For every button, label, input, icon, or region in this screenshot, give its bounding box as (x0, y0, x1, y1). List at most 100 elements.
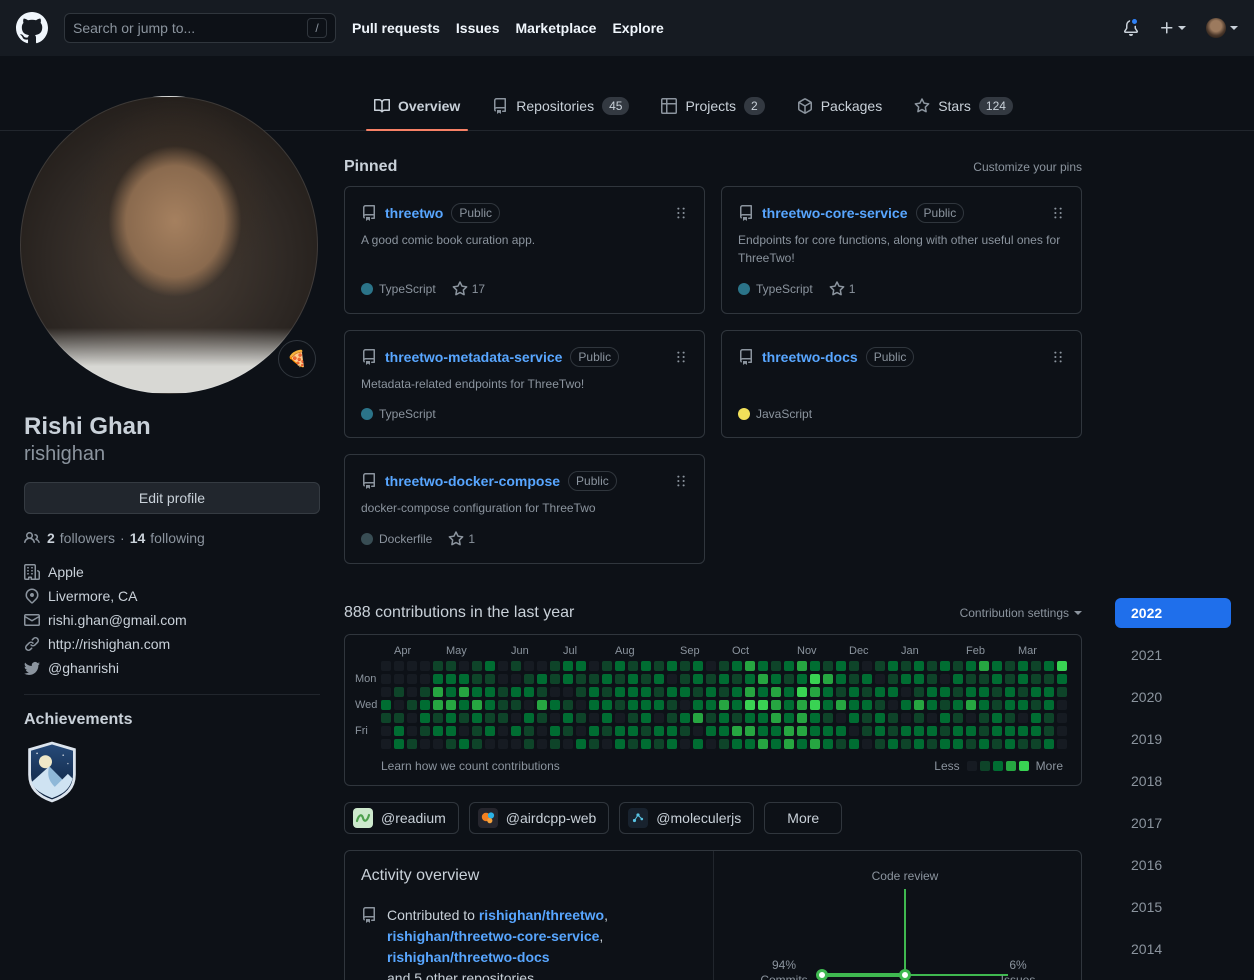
contribution-cell[interactable] (706, 726, 716, 736)
contribution-cell[interactable] (966, 661, 976, 671)
contribution-cell[interactable] (420, 674, 430, 684)
contribution-cell[interactable] (836, 687, 846, 697)
contribution-cell[interactable] (1018, 700, 1028, 710)
contribution-cell[interactable] (875, 700, 885, 710)
contribution-cell[interactable] (836, 700, 846, 710)
contribution-cell[interactable] (979, 661, 989, 671)
contribution-cell[interactable] (1018, 687, 1028, 697)
contribution-cell[interactable] (797, 713, 807, 723)
contribution-cell[interactable] (797, 687, 807, 697)
contribution-cell[interactable] (953, 674, 963, 684)
contribution-cell[interactable] (1005, 713, 1015, 723)
contribution-cell[interactable] (771, 739, 781, 749)
contribution-cell[interactable] (485, 700, 495, 710)
contribution-cell[interactable] (498, 739, 508, 749)
contribution-cell[interactable] (862, 739, 872, 749)
contribution-cell[interactable] (953, 713, 963, 723)
profile-detail-ghanrishi[interactable]: @ghanrishi (24, 656, 320, 680)
contribution-cell[interactable] (940, 687, 950, 697)
contribution-cell[interactable] (732, 726, 742, 736)
contribution-cell[interactable] (745, 726, 755, 736)
contribution-cell[interactable] (511, 687, 521, 697)
contribution-cell[interactable] (862, 687, 872, 697)
drag-handle-icon[interactable] (1051, 350, 1065, 364)
repo-link[interactable]: threetwo-core-service (762, 205, 908, 221)
contribution-cell[interactable] (823, 739, 833, 749)
contribution-cell[interactable] (992, 700, 1002, 710)
contribution-cell[interactable] (693, 726, 703, 736)
contribution-cell[interactable] (381, 739, 391, 749)
contribution-cell[interactable] (602, 700, 612, 710)
contribution-cell[interactable] (849, 661, 859, 671)
contribution-cell[interactable] (563, 713, 573, 723)
contribution-cell[interactable] (394, 739, 404, 749)
contribution-cell[interactable] (745, 713, 755, 723)
contribution-cell[interactable] (537, 674, 547, 684)
contribution-cell[interactable] (823, 700, 833, 710)
contribution-cell[interactable] (862, 661, 872, 671)
contribution-cell[interactable] (433, 739, 443, 749)
contribution-cell[interactable] (433, 700, 443, 710)
contribution-cell[interactable] (381, 700, 391, 710)
contribution-cell[interactable] (550, 687, 560, 697)
contribution-cell[interactable] (888, 674, 898, 684)
contribution-cell[interactable] (732, 700, 742, 710)
search-input[interactable]: Search or jump to... / (64, 13, 336, 43)
contribution-cell[interactable] (472, 739, 482, 749)
contribution-cell[interactable] (693, 674, 703, 684)
contribution-cell[interactable] (836, 713, 846, 723)
contribution-cell[interactable] (446, 700, 456, 710)
contribution-cell[interactable] (576, 687, 586, 697)
contribution-cell[interactable] (758, 713, 768, 723)
contribution-cell[interactable] (524, 661, 534, 671)
contribution-cell[interactable] (771, 700, 781, 710)
contribution-cell[interactable] (719, 674, 729, 684)
contribution-cell[interactable] (589, 713, 599, 723)
orgs-more-button[interactable]: More (764, 802, 842, 834)
contribution-cell[interactable] (407, 713, 417, 723)
contribution-cell[interactable] (940, 713, 950, 723)
profile-detail-apple[interactable]: Apple (24, 560, 320, 584)
contribution-cell[interactable] (563, 739, 573, 749)
contribution-cell[interactable] (1057, 700, 1067, 710)
contribution-cell[interactable] (641, 726, 651, 736)
contribution-cell[interactable] (979, 726, 989, 736)
contribution-cell[interactable] (511, 739, 521, 749)
contribution-cell[interactable] (758, 726, 768, 736)
contribution-cell[interactable] (641, 713, 651, 723)
arctic-code-vault-badge[interactable] (24, 741, 80, 803)
contribution-cell[interactable] (394, 674, 404, 684)
contribution-cell[interactable] (719, 661, 729, 671)
contribution-cell[interactable] (1005, 726, 1015, 736)
contribution-cell[interactable] (901, 700, 911, 710)
contribution-cell[interactable] (550, 713, 560, 723)
count-contributions-link[interactable]: Learn how we count contributions (381, 759, 560, 773)
repo-stars[interactable]: 1 (829, 281, 856, 297)
contribution-cell[interactable] (1018, 661, 1028, 671)
contribution-cell[interactable] (901, 674, 911, 684)
contribution-cell[interactable] (1057, 661, 1067, 671)
contribution-cell[interactable] (797, 739, 807, 749)
contribution-cell[interactable] (615, 674, 625, 684)
contribution-cell[interactable] (979, 713, 989, 723)
org-button-airdcpp-web[interactable]: @airdcpp-web (469, 802, 609, 834)
contribution-cell[interactable] (771, 726, 781, 736)
contribution-cell[interactable] (1044, 687, 1054, 697)
contribution-cell[interactable] (901, 713, 911, 723)
contribution-cell[interactable] (420, 687, 430, 697)
drag-handle-icon[interactable] (674, 350, 688, 364)
year-2021[interactable]: 2021 (1115, 640, 1231, 670)
contribution-cell[interactable] (836, 726, 846, 736)
contribution-cell[interactable] (992, 687, 1002, 697)
contribution-cell[interactable] (810, 726, 820, 736)
contribution-cell[interactable] (459, 661, 469, 671)
contribution-cell[interactable] (914, 661, 924, 671)
contribution-cell[interactable] (511, 700, 521, 710)
contribution-cell[interactable] (537, 687, 547, 697)
contribution-cell[interactable] (680, 726, 690, 736)
contribution-cell[interactable] (1031, 700, 1041, 710)
contribution-cell[interactable] (394, 700, 404, 710)
contribution-cell[interactable] (420, 661, 430, 671)
contribution-cell[interactable] (927, 726, 937, 736)
repo-link[interactable]: threetwo-metadata-service (385, 349, 562, 365)
